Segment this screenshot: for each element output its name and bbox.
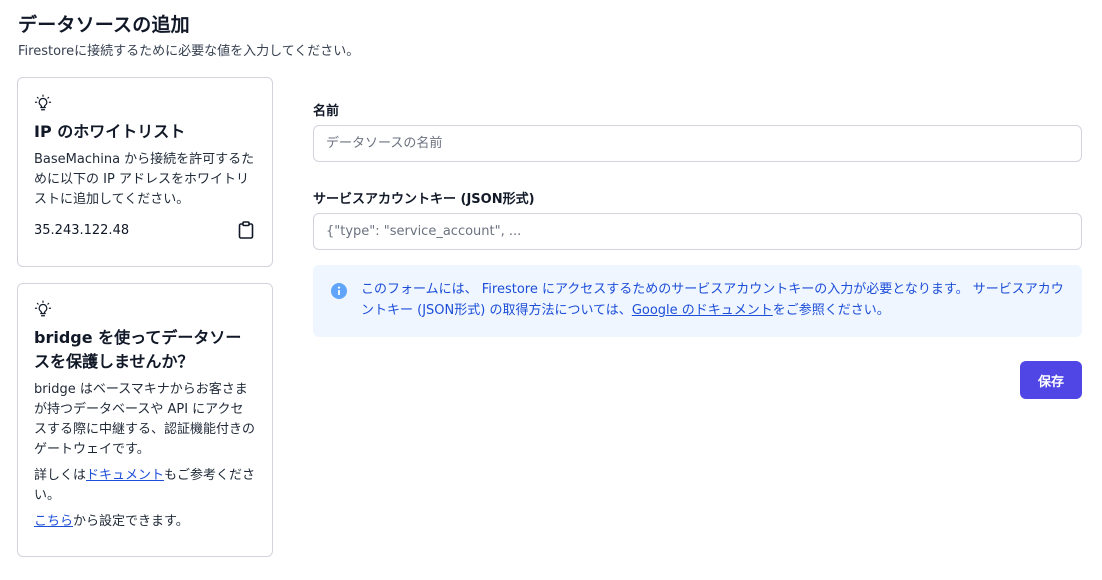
notice-text-end: をご参照ください。	[772, 303, 890, 318]
bridge-title: bridge を使ってデータソースを保護しませんか？	[34, 328, 242, 371]
lightbulb-icon	[34, 94, 52, 111]
bridge-settings-link[interactable]: こちら	[34, 514, 73, 529]
service-account-key-label: サービスアカウントキー (JSON形式)	[313, 192, 535, 207]
ip-whitelist-card: IP のホワイトリスト BaseMachina から接続を許可するために以下の …	[17, 77, 273, 267]
ip-whitelist-description: BaseMachina から接続を許可するために以下の IP アドレスをホワイト…	[34, 152, 255, 207]
google-docs-link[interactable]: Google のドキュメント	[632, 303, 773, 318]
bridge-card: bridge を使ってデータソースを保護しませんか？ bridge はベースマキ…	[17, 283, 273, 557]
ip-whitelist-title: IP のホワイトリスト	[34, 122, 186, 141]
bridge-settings-suffix: から設定できます。	[73, 514, 189, 529]
name-input[interactable]	[313, 125, 1082, 162]
bridge-docs-link[interactable]: ドキュメント	[86, 468, 164, 483]
page-subtitle: Firestoreに接続するために必要な値を入力してください。	[18, 44, 360, 59]
name-label: 名前	[313, 104, 340, 119]
ip-address: 35.243.122.48	[34, 222, 130, 238]
clipboard-icon[interactable]	[236, 220, 256, 240]
bridge-description: bridge はベースマキナからお客さまが持つデータベースや API にアクセス…	[34, 382, 256, 457]
info-icon	[331, 283, 347, 299]
save-button[interactable]: 保存	[1020, 361, 1082, 399]
key-field-group: サービスアカウントキー (JSON形式)	[313, 188, 1083, 250]
bridge-body: bridge はベースマキナからお客さまが持つデータベースや API にアクセス…	[34, 380, 256, 532]
ip-address-row: 35.243.122.48	[34, 220, 256, 240]
bridge-settings-text: こちらから設定できます。	[34, 512, 256, 532]
info-notice: このフォームには、 Firestore にアクセスするためのサービスアカウントキ…	[313, 265, 1082, 337]
service-account-key-input[interactable]	[313, 213, 1082, 250]
page-title: データソースの追加	[18, 14, 190, 36]
lightbulb-icon	[34, 300, 52, 317]
datasource-form: 名前 サービスアカウントキー (JSON形式)	[313, 100, 1083, 276]
name-field-group: 名前	[313, 100, 1083, 162]
bridge-docs-prefix: 詳しくは	[34, 468, 87, 483]
bridge-docs-text: 詳しくはドキュメントもご参考ください。	[34, 466, 256, 506]
